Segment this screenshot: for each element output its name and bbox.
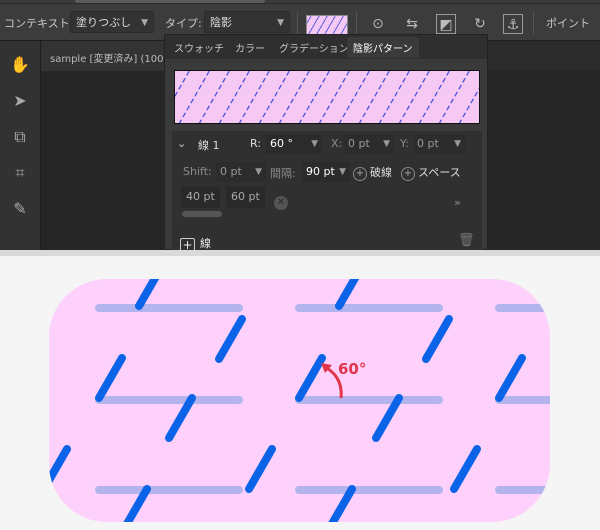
title-pill bbox=[75, 0, 265, 3]
tab-color[interactable]: カラー bbox=[235, 40, 265, 55]
close-icon[interactable]: ✕ bbox=[274, 196, 288, 210]
divider bbox=[0, 250, 600, 256]
spacing-label: 間隔: bbox=[270, 167, 296, 180]
tab-swatches[interactable]: スウォッチ bbox=[174, 40, 224, 55]
shift-row: Shift: 0 pt ▼ 間隔: 90 pt ▼ + 破線 + スペース bbox=[172, 159, 482, 185]
chevron-down-icon: ▼ bbox=[383, 139, 390, 149]
y-label: Y: bbox=[400, 137, 409, 150]
context-label: コンテキスト: bbox=[4, 17, 74, 30]
hand-icon[interactable]: ✋ bbox=[10, 55, 30, 77]
anchor-icon[interactable]: ⚓ bbox=[503, 14, 523, 34]
line-name: 線 1 bbox=[198, 139, 220, 152]
hatch-preview bbox=[174, 70, 480, 124]
hatching-diagram-graphic bbox=[49, 279, 550, 522]
spacing-value: 90 pt bbox=[306, 165, 335, 178]
context-dropdown[interactable]: 塗りつぶし ▼ bbox=[70, 11, 154, 33]
x-value: 0 pt bbox=[348, 137, 370, 150]
rotation-value: 60 ° bbox=[270, 137, 293, 150]
transform-icon[interactable]: ⌗ bbox=[10, 163, 30, 185]
pointer-icon[interactable]: ➤ bbox=[10, 91, 30, 113]
rotate-icon[interactable]: ↻ bbox=[470, 14, 490, 34]
swap-icon[interactable]: ⇆ bbox=[402, 14, 422, 34]
eyedropper-icon[interactable]: ✎ bbox=[10, 199, 30, 221]
x-label: X: bbox=[331, 137, 343, 150]
plus-icon: + bbox=[353, 167, 367, 181]
frame-icon[interactable]: ◩ bbox=[436, 14, 456, 34]
dash-slider[interactable] bbox=[182, 211, 222, 217]
plus-icon: + bbox=[401, 167, 415, 181]
add-line-label: 線 bbox=[200, 237, 211, 250]
title-bar bbox=[0, 0, 600, 3]
fill-swatch[interactable] bbox=[306, 15, 348, 35]
reset-icon[interactable]: ⊙ bbox=[368, 14, 388, 34]
crop-icon[interactable]: ⧉ bbox=[10, 127, 30, 149]
r-label: R: bbox=[250, 137, 262, 150]
more-button[interactable]: » bbox=[454, 196, 461, 209]
x-field[interactable]: 0 pt ▼ bbox=[344, 134, 394, 154]
add-dash-button[interactable]: + 破線 bbox=[353, 164, 392, 181]
chevron-down-icon: ▼ bbox=[339, 167, 346, 177]
type-dropdown[interactable]: 陰影 ▼ bbox=[204, 11, 290, 33]
chevron-down-icon: ▼ bbox=[255, 167, 262, 177]
spacing-field[interactable]: 90 pt ▼ bbox=[302, 162, 350, 182]
plus-icon: + bbox=[180, 238, 195, 250]
rotation-field[interactable]: 60 ° ▼ bbox=[266, 134, 322, 154]
divider bbox=[356, 12, 357, 34]
add-line-button[interactable]: + 線 bbox=[180, 235, 211, 250]
chevron-down-icon[interactable]: ⌄ bbox=[177, 137, 186, 150]
context-value: 塗りつぶし bbox=[76, 16, 132, 29]
hatching-diagram bbox=[49, 279, 550, 522]
add-space-button[interactable]: + スペース bbox=[401, 164, 461, 181]
y-field[interactable]: 0 pt ▼ bbox=[413, 134, 465, 154]
tab-hatching[interactable]: 陰影パターン bbox=[347, 37, 419, 58]
angle-label: 60° bbox=[338, 360, 367, 378]
document-title: sample [変更済み] (100... bbox=[50, 54, 174, 65]
tab-gradient[interactable]: グラデーション bbox=[279, 40, 349, 55]
chevron-down-icon: ▼ bbox=[454, 139, 461, 149]
point-label: ポイント bbox=[546, 17, 590, 30]
panel-tabs: スウォッチ カラー グラデーション 陰影パターン bbox=[165, 35, 487, 59]
dash-value-1[interactable]: 40 pt bbox=[181, 186, 220, 208]
type-label: タイプ: bbox=[165, 17, 202, 30]
hatch-preview-lines bbox=[175, 71, 479, 123]
type-value: 陰影 bbox=[210, 16, 232, 29]
affinity-app-window: コンテキスト: 塗りつぶし ▼ タイプ: 陰影 ▼ ⊙ ⇆ ◩ ↻ ⚓ ポイント ✋… bbox=[0, 0, 600, 250]
chevron-down-icon: ▼ bbox=[141, 18, 148, 28]
dash-value-2[interactable]: 60 pt bbox=[226, 186, 265, 208]
shift-field[interactable]: 0 pt ▼ bbox=[216, 162, 266, 182]
fill-panel: スウォッチ カラー グラデーション 陰影パターン ⌄ 線 1 R: 60 ° ▼… bbox=[164, 34, 488, 250]
divider bbox=[297, 12, 298, 34]
shift-label: Shift: bbox=[183, 165, 212, 178]
shift-value: 0 pt bbox=[220, 165, 242, 178]
chevron-down-icon: ▼ bbox=[311, 139, 318, 149]
chevron-down-icon: ▼ bbox=[277, 18, 284, 28]
trash-icon[interactable]: 🗑 bbox=[458, 233, 475, 248]
baseline-dashes bbox=[95, 304, 550, 494]
tools-panel: ✋ ➤ ⧉ ⌗ ✎ bbox=[0, 41, 41, 250]
space-label: スペース bbox=[418, 166, 461, 179]
divider bbox=[533, 12, 534, 34]
line-row: ⌄ 線 1 R: 60 ° ▼ X: 0 pt ▼ Y: 0 pt ▼ bbox=[172, 131, 482, 157]
y-value: 0 pt bbox=[417, 137, 439, 150]
dash-label: 破線 bbox=[370, 166, 392, 179]
document-tab[interactable]: sample [変更済み] (100... bbox=[41, 41, 173, 71]
